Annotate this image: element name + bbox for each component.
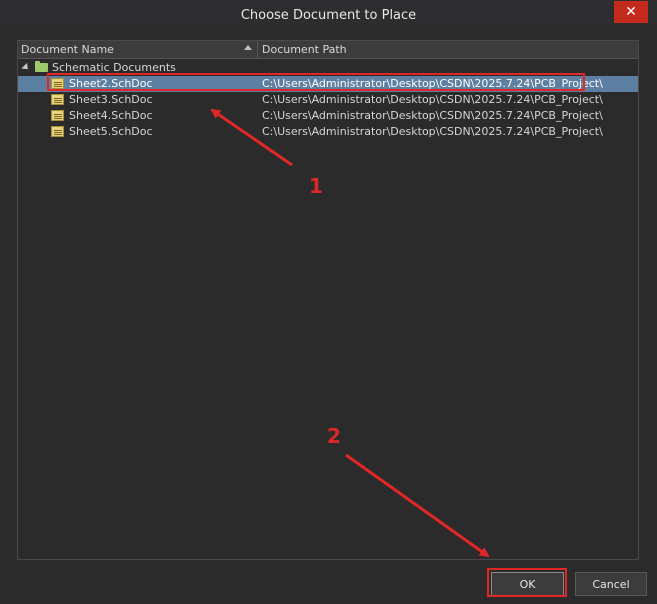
highlight-box-ok-button — [487, 568, 567, 597]
cancel-button[interactable]: Cancel — [575, 572, 647, 596]
annotation-arrows — [210, 108, 490, 558]
arrow-to-selected-row — [210, 108, 293, 167]
arrow-to-ok-button — [345, 453, 490, 558]
